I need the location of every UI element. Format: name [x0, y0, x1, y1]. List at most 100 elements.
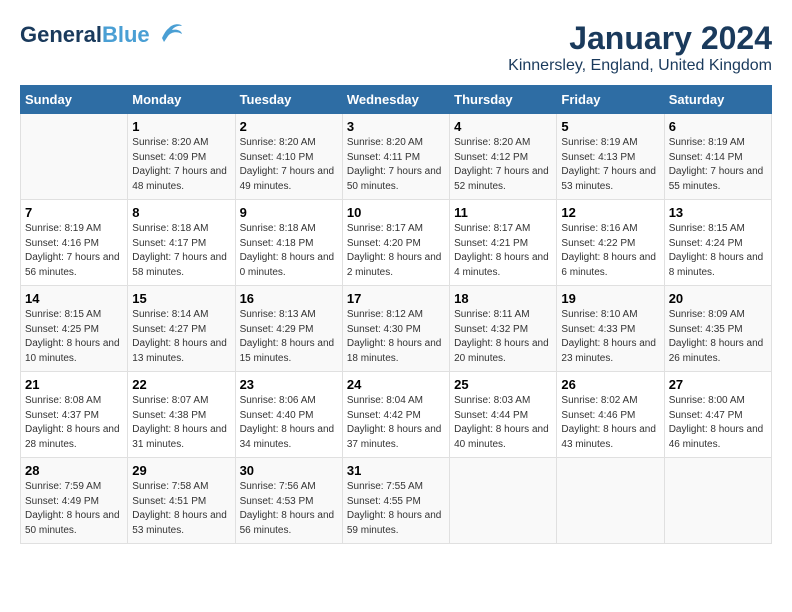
date-number: 13 — [669, 205, 767, 220]
cell-info: Sunrise: 8:11 AMSunset: 4:32 PMDaylight:… — [454, 308, 552, 366]
date-number: 18 — [454, 291, 552, 306]
calendar-cell: 30Sunrise: 7:56 AMSunset: 4:53 PMDayligh… — [235, 458, 342, 544]
calendar-cell: 27 Sunrise: 8:00 AMSunset: 4:47 PMDayligh… — [664, 372, 771, 458]
date-number: 16 — [240, 291, 338, 306]
cell-info: Sunrise: 8:10 AMSunset: 4:33 PMDaylight:… — [561, 308, 659, 366]
calendar-cell: 5 Sunrise: 8:19 AMSunset: 4:13 PMDaylight… — [557, 114, 664, 200]
logo-bird-icon — [154, 20, 184, 50]
date-number: 15 — [132, 291, 230, 306]
date-number: 7 — [25, 205, 123, 220]
cell-info: Sunrise: 8:20 AMSunset: 4:09 PMDaylight:… — [132, 136, 230, 194]
date-number: 11 — [454, 205, 552, 220]
calendar-cell: 8Sunrise: 8:18 AMSunset: 4:17 PMDaylight… — [128, 200, 235, 286]
cell-info: Sunrise: 8:15 AMSunset: 4:24 PMDaylight:… — [669, 222, 767, 280]
calendar-cell: 26 Sunrise: 8:02 AMSunset: 4:46 PMDayligh… — [557, 372, 664, 458]
calendar-cell: 21Sunrise: 8:08 AMSunset: 4:37 PMDayligh… — [21, 372, 128, 458]
date-number: 30 — [240, 463, 338, 478]
calendar-cell: 12Sunrise: 8:16 AMSunset: 4:22 PMDayligh… — [557, 200, 664, 286]
calendar-cell: 2 Sunrise: 8:20 AMSunset: 4:10 PMDaylight… — [235, 114, 342, 200]
date-number: 20 — [669, 291, 767, 306]
cell-info: Sunrise: 7:58 AMSunset: 4:51 PMDaylight:… — [132, 480, 230, 538]
cell-info: Sunrise: 7:59 AMSunset: 4:49 PMDaylight:… — [25, 480, 123, 538]
calendar-cell: 16 Sunrise: 8:13 AMSunset: 4:29 PMDayligh… — [235, 286, 342, 372]
calendar-week-row: 14Sunrise: 8:15 AMSunset: 4:25 PMDayligh… — [21, 286, 772, 372]
cell-info: Sunrise: 8:12 AMSunset: 4:30 PMDaylight:… — [347, 308, 445, 366]
cell-info: Sunrise: 8:20 AMSunset: 4:12 PMDaylight:… — [454, 136, 552, 194]
logo-general-text: General — [20, 22, 102, 47]
date-number: 25 — [454, 377, 552, 392]
date-number: 26 — [561, 377, 659, 392]
calendar-cell: 29 Sunrise: 7:58 AMSunset: 4:51 PMDayligh… — [128, 458, 235, 544]
calendar-table: Sunday Monday Tuesday Wednesday Thursday… — [20, 85, 772, 544]
calendar-week-row: 28 Sunrise: 7:59 AMSunset: 4:49 PMDayligh… — [21, 458, 772, 544]
calendar-cell: 6 Sunrise: 8:19 AMSunset: 4:14 PMDaylight… — [664, 114, 771, 200]
calendar-cell: 7 Sunrise: 8:19 AMSunset: 4:16 PMDaylight… — [21, 200, 128, 286]
cell-info: Sunrise: 8:19 AMSunset: 4:16 PMDaylight:… — [25, 222, 123, 280]
calendar-cell: 4Sunrise: 8:20 AMSunset: 4:12 PMDaylight… — [450, 114, 557, 200]
calendar-cell: 28 Sunrise: 7:59 AMSunset: 4:49 PMDayligh… — [21, 458, 128, 544]
calendar-cell: 22Sunrise: 8:07 AMSunset: 4:38 PMDayligh… — [128, 372, 235, 458]
date-number: 17 — [347, 291, 445, 306]
cell-info: Sunrise: 8:03 AMSunset: 4:44 PMDaylight:… — [454, 394, 552, 452]
date-number: 9 — [240, 205, 338, 220]
date-number: 2 — [240, 119, 338, 134]
calendar-cell: 10Sunrise: 8:17 AMSunset: 4:20 PMDayligh… — [342, 200, 449, 286]
calendar-cell: 19 Sunrise: 8:10 AMSunset: 4:33 PMDayligh… — [557, 286, 664, 372]
cell-info: Sunrise: 8:20 AMSunset: 4:10 PMDaylight:… — [240, 136, 338, 194]
header-row: Sunday Monday Tuesday Wednesday Thursday… — [21, 86, 772, 114]
calendar-cell: 11 Sunrise: 8:17 AMSunset: 4:21 PMDayligh… — [450, 200, 557, 286]
calendar-cell: 18 Sunrise: 8:11 AMSunset: 4:32 PMDayligh… — [450, 286, 557, 372]
date-number: 28 — [25, 463, 123, 478]
cell-info: Sunrise: 8:19 AMSunset: 4:14 PMDaylight:… — [669, 136, 767, 194]
calendar-cell — [21, 114, 128, 200]
cell-info: Sunrise: 8:04 AMSunset: 4:42 PMDaylight:… — [347, 394, 445, 452]
cell-info: Sunrise: 8:20 AMSunset: 4:11 PMDaylight:… — [347, 136, 445, 194]
date-number: 23 — [240, 377, 338, 392]
cell-info: Sunrise: 8:18 AMSunset: 4:17 PMDaylight:… — [132, 222, 230, 280]
col-monday: Monday — [128, 86, 235, 114]
calendar-cell — [664, 458, 771, 544]
calendar-cell: 9 Sunrise: 8:18 AMSunset: 4:18 PMDaylight… — [235, 200, 342, 286]
cell-info: Sunrise: 8:17 AMSunset: 4:20 PMDaylight:… — [347, 222, 445, 280]
calendar-cell: 31 Sunrise: 7:55 AMSunset: 4:55 PMDayligh… — [342, 458, 449, 544]
cell-info: Sunrise: 8:17 AMSunset: 4:21 PMDaylight:… — [454, 222, 552, 280]
col-thursday: Thursday — [450, 86, 557, 114]
calendar-cell: 3 Sunrise: 8:20 AMSunset: 4:11 PMDaylight… — [342, 114, 449, 200]
col-wednesday: Wednesday — [342, 86, 449, 114]
cell-info: Sunrise: 8:07 AMSunset: 4:38 PMDaylight:… — [132, 394, 230, 452]
col-sunday: Sunday — [21, 86, 128, 114]
logo-blue-text: Blue — [102, 22, 150, 47]
cell-info: Sunrise: 8:15 AMSunset: 4:25 PMDaylight:… — [25, 308, 123, 366]
cell-info: Sunrise: 8:13 AMSunset: 4:29 PMDaylight:… — [240, 308, 338, 366]
calendar-cell: 23 Sunrise: 8:06 AMSunset: 4:40 PMDayligh… — [235, 372, 342, 458]
cell-info: Sunrise: 8:00 AMSunset: 4:47 PMDaylight:… — [669, 394, 767, 452]
col-saturday: Saturday — [664, 86, 771, 114]
calendar-cell — [557, 458, 664, 544]
date-number: 3 — [347, 119, 445, 134]
date-number: 19 — [561, 291, 659, 306]
col-friday: Friday — [557, 86, 664, 114]
cell-info: Sunrise: 8:14 AMSunset: 4:27 PMDaylight:… — [132, 308, 230, 366]
calendar-cell: 15 Sunrise: 8:14 AMSunset: 4:27 PMDayligh… — [128, 286, 235, 372]
calendar-week-row: 7 Sunrise: 8:19 AMSunset: 4:16 PMDaylight… — [21, 200, 772, 286]
page-header: GeneralBlue January 2024 Kinnersley, Eng… — [20, 20, 772, 75]
cell-info: Sunrise: 7:55 AMSunset: 4:55 PMDaylight:… — [347, 480, 445, 538]
col-tuesday: Tuesday — [235, 86, 342, 114]
calendar-cell: 17 Sunrise: 8:12 AMSunset: 4:30 PMDayligh… — [342, 286, 449, 372]
date-number: 31 — [347, 463, 445, 478]
calendar-cell: 25 Sunrise: 8:03 AMSunset: 4:44 PMDayligh… — [450, 372, 557, 458]
calendar-cell: 1 Sunrise: 8:20 AMSunset: 4:09 PMDaylight… — [128, 114, 235, 200]
cell-info: Sunrise: 8:02 AMSunset: 4:46 PMDaylight:… — [561, 394, 659, 452]
date-number: 5 — [561, 119, 659, 134]
cell-info: Sunrise: 8:18 AMSunset: 4:18 PMDaylight:… — [240, 222, 338, 280]
date-number: 12 — [561, 205, 659, 220]
date-number: 1 — [132, 119, 230, 134]
date-number: 6 — [669, 119, 767, 134]
logo: GeneralBlue — [20, 20, 184, 50]
cell-info: Sunrise: 8:06 AMSunset: 4:40 PMDaylight:… — [240, 394, 338, 452]
calendar-cell: 24 Sunrise: 8:04 AMSunset: 4:42 PMDayligh… — [342, 372, 449, 458]
date-number: 29 — [132, 463, 230, 478]
date-number: 24 — [347, 377, 445, 392]
cell-info: Sunrise: 8:19 AMSunset: 4:13 PMDaylight:… — [561, 136, 659, 194]
date-number: 27 — [669, 377, 767, 392]
